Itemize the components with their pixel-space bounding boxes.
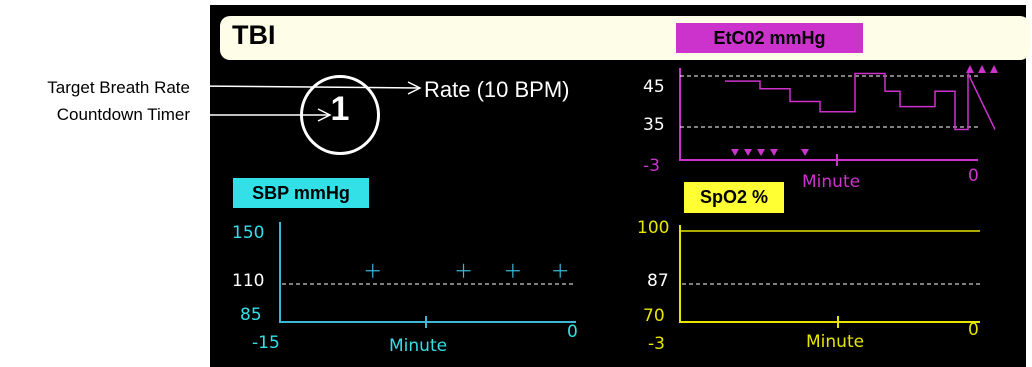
sbp-data-point [456, 263, 471, 278]
sbp-data-point [505, 263, 520, 278]
etco2-high-marker [990, 65, 998, 73]
etco2-low-marker [744, 149, 752, 156]
spo2-axis [679, 225, 980, 323]
sbp-data-point [553, 263, 568, 278]
etco2-low-marker [731, 149, 739, 156]
etco2-axis [679, 68, 978, 161]
etco2-low-marker [801, 149, 809, 156]
sbp-data-point [365, 263, 380, 278]
sbp-axis [279, 222, 576, 323]
etco2-high-marker [978, 65, 986, 73]
etco2-high-marker [966, 65, 974, 73]
etco2-low-marker [770, 149, 778, 156]
etco2-series-line [725, 72, 996, 131]
rate-arrow-line [195, 85, 421, 89]
etco2-low-marker [757, 149, 765, 156]
chart-overlay [195, 65, 998, 328]
